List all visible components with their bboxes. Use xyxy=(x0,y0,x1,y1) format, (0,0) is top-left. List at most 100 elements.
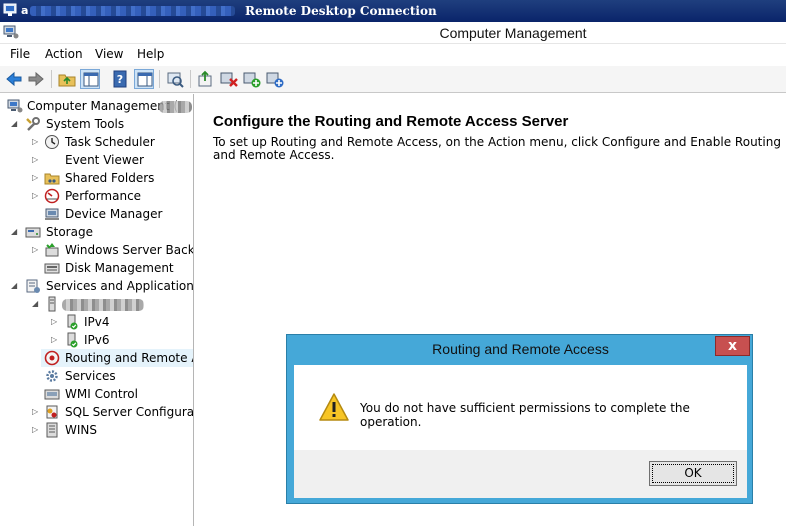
services-gear-icon xyxy=(44,368,60,384)
rdp-title: Remote Desktop Connection xyxy=(245,4,437,18)
error-dialog: Routing and Remote Access x You do not h… xyxy=(286,334,753,504)
collapsed-arrow-icon[interactable]: ▷ xyxy=(32,425,40,435)
tree-item-windows-server-backup[interactable]: ▷ Windows Server Backup xyxy=(0,241,194,259)
tree-item-services[interactable]: Services xyxy=(0,367,193,385)
sql-server-configuration-icon xyxy=(44,404,60,420)
menu-bar: File Action View Help xyxy=(0,44,786,66)
dialog-footer: OK xyxy=(294,450,747,498)
tree-label: Routing and Remote Ac xyxy=(65,351,194,365)
menu-view[interactable]: View xyxy=(95,47,123,61)
window-title-bar: Computer Management xyxy=(0,22,786,44)
tree-item-disk-management[interactable]: Disk Management xyxy=(0,259,193,277)
menu-action[interactable]: Action xyxy=(45,47,83,61)
tree-item-server-node[interactable]: ◢ xyxy=(0,295,193,313)
tree-item-services-and-applications[interactable]: ◢ Services and Applications xyxy=(0,277,194,295)
expanded-arrow-icon[interactable]: ◢ xyxy=(11,281,19,291)
tree-item-routing-and-remote-access[interactable]: Routing and Remote Ac xyxy=(41,349,194,367)
disk-management-icon xyxy=(44,260,60,276)
rdp-connection-bar: a Remote Desktop Connection xyxy=(0,0,786,22)
tree-item-ipv4[interactable]: ▷ IPv4 xyxy=(0,313,193,331)
properties-icon[interactable] xyxy=(165,69,185,89)
menu-file[interactable]: File xyxy=(10,47,30,61)
tree-label: Windows Server Backup xyxy=(65,243,194,257)
tree-item-computer-management[interactable]: Computer Management ( xyxy=(0,97,193,115)
menu-help[interactable]: Help xyxy=(137,47,164,61)
expanded-arrow-icon[interactable]: ◢ xyxy=(11,119,19,129)
wins-server-icon xyxy=(44,422,60,438)
toolbar-separator xyxy=(159,70,160,88)
computer-management-icon xyxy=(7,98,23,114)
console-tree: Computer Management ( ◢ System Tools ▷ T… xyxy=(0,94,194,526)
collapsed-arrow-icon[interactable]: ▷ xyxy=(32,245,40,255)
tree-label: System Tools xyxy=(46,117,125,131)
warning-icon xyxy=(318,392,350,422)
tree-item-task-scheduler[interactable]: ▷ Task Scheduler xyxy=(0,133,193,151)
routing-and-remote-access-icon xyxy=(44,350,60,366)
tree-label: Storage xyxy=(46,225,93,239)
add-green-icon[interactable] xyxy=(242,69,262,89)
content-heading: Configure the Routing and Remote Access … xyxy=(213,113,569,130)
tree-label: Services and Applications xyxy=(46,279,194,293)
window-title: Computer Management xyxy=(439,25,587,41)
services-and-applications-icon xyxy=(25,278,41,294)
tree-item-event-viewer[interactable]: ▷ Event Viewer xyxy=(0,151,193,169)
collapsed-arrow-icon[interactable]: ▷ xyxy=(32,191,40,201)
ok-button[interactable]: OK xyxy=(649,461,737,486)
delete-red-x-icon[interactable] xyxy=(219,69,239,89)
collapsed-arrow-icon[interactable]: ▷ xyxy=(51,317,59,327)
dialog-message-area: You do not have sufficient permissions t… xyxy=(294,365,747,450)
tree-item-storage[interactable]: ◢ Storage xyxy=(0,223,193,241)
tree-item-wmi-control[interactable]: WMI Control xyxy=(0,385,193,403)
collapsed-arrow-icon[interactable]: ▷ xyxy=(32,137,40,147)
toolbar-separator xyxy=(190,70,191,88)
tree-label: IPv4 xyxy=(84,315,110,329)
tree-item-ipv6[interactable]: ▷ IPv6 xyxy=(0,331,193,349)
ipv4-icon xyxy=(64,314,80,330)
dialog-body: You do not have sufficient permissions t… xyxy=(294,365,747,498)
device-manager-icon xyxy=(44,206,60,222)
export-icon[interactable] xyxy=(196,69,216,89)
storage-icon xyxy=(25,224,41,240)
refresh-blue-icon[interactable] xyxy=(265,69,285,89)
tree-item-shared-folders[interactable]: ▷ Shared Folders xyxy=(0,169,193,187)
ipv6-icon xyxy=(64,332,80,348)
up-folder-icon[interactable] xyxy=(57,69,77,89)
tree-item-sql-server-configuration[interactable]: ▷ SQL Server Configuratic xyxy=(0,403,194,421)
rdp-user-name: a xyxy=(21,4,29,17)
tree-label: WMI Control xyxy=(65,387,138,401)
show-hide-action-pane-icon[interactable] xyxy=(134,69,154,89)
toolbar-separator xyxy=(51,70,52,88)
tree-label: Event Viewer xyxy=(65,153,144,167)
system-tools-icon xyxy=(25,116,41,132)
tree-label: Services xyxy=(65,369,116,383)
shared-folders-icon xyxy=(44,170,60,186)
tree-label: Computer Management ( xyxy=(27,99,179,113)
tree-item-wins[interactable]: ▷ WINS xyxy=(0,421,193,439)
dialog-close-button[interactable]: x xyxy=(715,336,750,356)
tree-item-performance[interactable]: ▷ Performance xyxy=(0,187,193,205)
collapsed-arrow-icon[interactable]: ▷ xyxy=(51,335,59,345)
tree-item-system-tools[interactable]: ◢ System Tools xyxy=(0,115,193,133)
collapsed-arrow-icon[interactable]: ▷ xyxy=(32,407,40,417)
tree-label: Device Manager xyxy=(65,207,163,221)
task-scheduler-icon xyxy=(44,134,60,150)
server-icon xyxy=(44,296,60,312)
wmi-control-icon xyxy=(44,386,60,402)
help-icon[interactable]: ? xyxy=(110,69,130,89)
show-hide-tree-icon[interactable] xyxy=(80,69,100,89)
content-description: To set up Routing and Remote Access, on … xyxy=(213,135,781,162)
expanded-arrow-icon[interactable]: ◢ xyxy=(11,227,19,237)
redacted-server-name xyxy=(62,299,144,311)
tree-label: SQL Server Configuratic xyxy=(65,405,194,419)
collapsed-arrow-icon[interactable]: ▷ xyxy=(32,155,40,165)
tree-item-device-manager[interactable]: Device Manager xyxy=(0,205,193,223)
collapsed-arrow-icon[interactable]: ▷ xyxy=(32,173,40,183)
back-arrow-icon[interactable] xyxy=(4,69,24,89)
dialog-message: You do not have sufficient permissions t… xyxy=(360,401,690,429)
redacted-host-name xyxy=(30,6,235,16)
performance-icon xyxy=(44,188,60,204)
forward-arrow-icon[interactable] xyxy=(26,69,46,89)
tree-label: Shared Folders xyxy=(65,171,155,185)
expanded-arrow-icon[interactable]: ◢ xyxy=(32,299,40,309)
remote-desktop-icon xyxy=(3,3,17,17)
